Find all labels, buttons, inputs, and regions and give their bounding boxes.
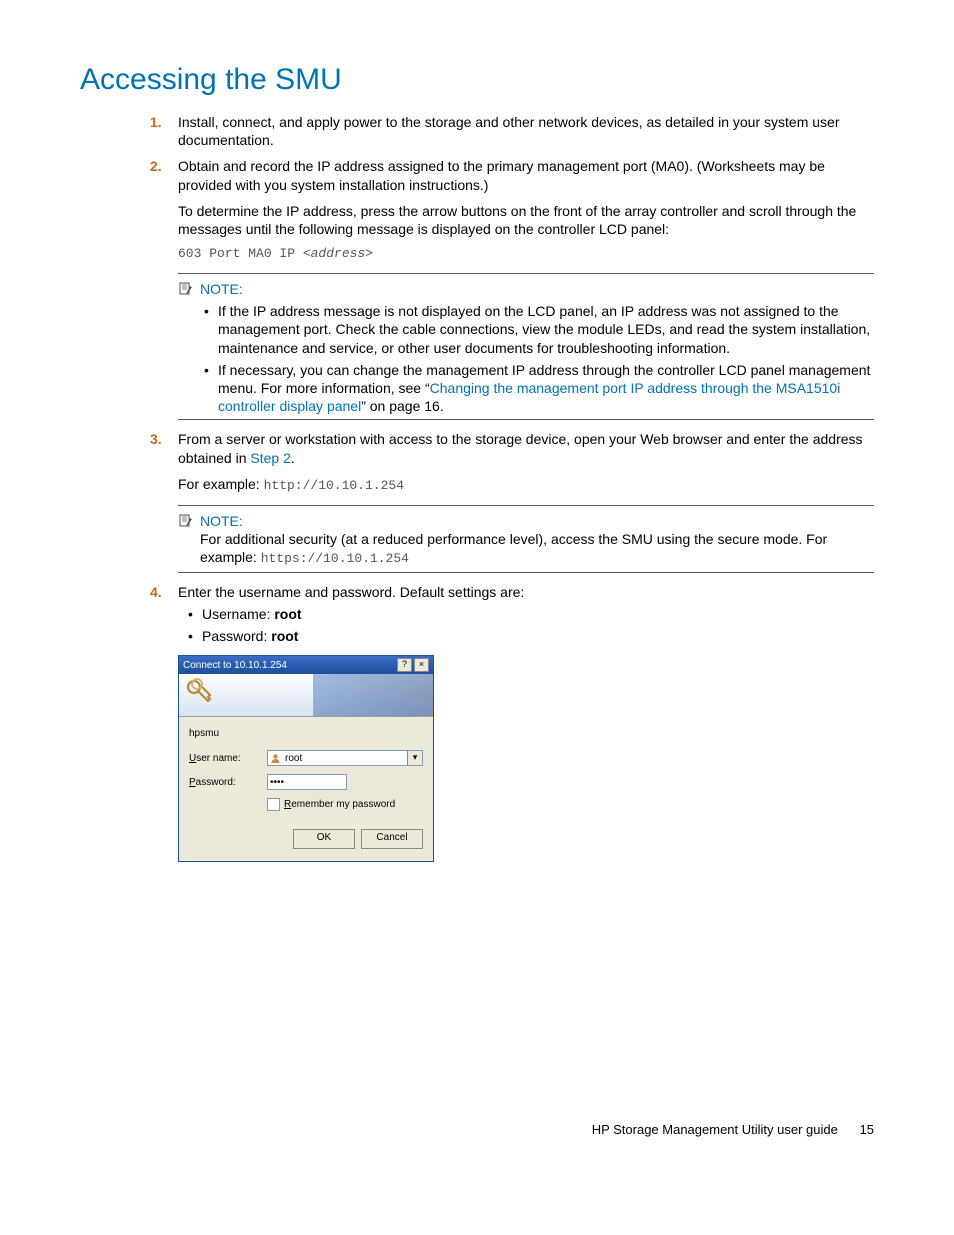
step-1: 1. Install, connect, and apply power to … xyxy=(150,113,874,149)
example-label: For example: xyxy=(178,476,264,492)
remember-label: Remember my password xyxy=(284,798,395,811)
note-1: NOTE: If the IP address message is not d… xyxy=(178,273,874,420)
step-text: Obtain and record the IP address assigne… xyxy=(178,158,825,192)
step-2-para: To determine the IP address, press the a… xyxy=(178,202,874,238)
footer-text: HP Storage Management Utility user guide xyxy=(592,1122,838,1137)
note-icon xyxy=(178,282,194,296)
dialog-titlebar: Connect to 10.10.1.254 ? × xyxy=(179,656,433,674)
password-value-text: •••• xyxy=(270,776,284,789)
note-icon xyxy=(178,514,194,528)
step-3-example: For example: http://10.10.1.254 xyxy=(178,475,874,495)
page-number: 15 xyxy=(860,1122,874,1137)
dialog-password-label: Password: xyxy=(189,776,259,789)
steps-list: 1. Install, connect, and apply power to … xyxy=(150,113,874,862)
step-text: Install, connect, and apply power to the… xyxy=(178,114,839,148)
step-3-text-b: . xyxy=(291,450,295,466)
login-dialog: Connect to 10.10.1.254 ? × hpsmu User na… xyxy=(178,655,434,862)
step-3-link[interactable]: Step 2 xyxy=(250,450,290,466)
note2-code: https://10.10.1.254 xyxy=(261,551,409,566)
dialog-realm: hpsmu xyxy=(189,727,423,740)
example-code: http://10.10.1.254 xyxy=(264,478,404,493)
step-number: 4. xyxy=(150,583,162,601)
step-4-bullet-password: Password: root xyxy=(184,627,874,645)
remember-checkbox[interactable] xyxy=(267,798,280,811)
note-label: NOTE: xyxy=(200,280,243,298)
username-combobox[interactable]: root ▾ xyxy=(267,750,423,766)
password-field[interactable]: •••• xyxy=(267,774,347,790)
step-number: 2. xyxy=(150,157,162,175)
help-button[interactable]: ? xyxy=(397,658,412,672)
page-title: Accessing the SMU xyxy=(80,60,874,99)
note1-b2-text-b: ” on page 16. xyxy=(361,398,444,414)
step-4-text: Enter the username and password. Default… xyxy=(178,584,524,600)
dialog-username-label: User name: xyxy=(189,752,259,765)
dialog-banner xyxy=(179,674,433,717)
step-2: 2. Obtain and record the IP address assi… xyxy=(150,157,874,420)
username-value: root xyxy=(274,606,301,622)
ok-button[interactable]: OK xyxy=(293,829,355,849)
code-suffix: > xyxy=(365,246,373,261)
note2-body: For additional security (at a reduced pe… xyxy=(200,530,874,568)
keys-icon xyxy=(185,678,215,708)
note1-bullet-1: If the IP address message is not display… xyxy=(200,302,874,357)
username-value-text: root xyxy=(285,752,302,765)
code-prefix: 603 Port MA0 IP < xyxy=(178,246,311,261)
page-footer: HP Storage Management Utility user guide… xyxy=(80,1122,874,1139)
password-value: root xyxy=(271,628,298,644)
password-label: Password: xyxy=(202,628,271,644)
dropdown-arrow-icon[interactable]: ▾ xyxy=(407,751,422,765)
step-4: 4. Enter the username and password. Defa… xyxy=(150,583,874,863)
step-number: 3. xyxy=(150,430,162,448)
username-label: Username: xyxy=(202,606,274,622)
note1-bullet-2: If necessary, you can change the managem… xyxy=(200,361,874,416)
step-4-bullet-username: Username: root xyxy=(184,605,874,623)
dialog-title-text: Connect to 10.10.1.254 xyxy=(183,659,287,672)
step-3: 3. From a server or workstation with acc… xyxy=(150,430,874,573)
cancel-button[interactable]: Cancel xyxy=(361,829,423,849)
step-number: 1. xyxy=(150,113,162,131)
step-2-code: 603 Port MA0 IP <address> xyxy=(178,246,874,263)
code-italic: address xyxy=(311,246,366,261)
user-icon xyxy=(270,753,281,764)
note-label: NOTE: xyxy=(200,512,243,530)
close-button[interactable]: × xyxy=(414,658,429,672)
note-2: NOTE: For additional security (at a redu… xyxy=(178,505,874,573)
